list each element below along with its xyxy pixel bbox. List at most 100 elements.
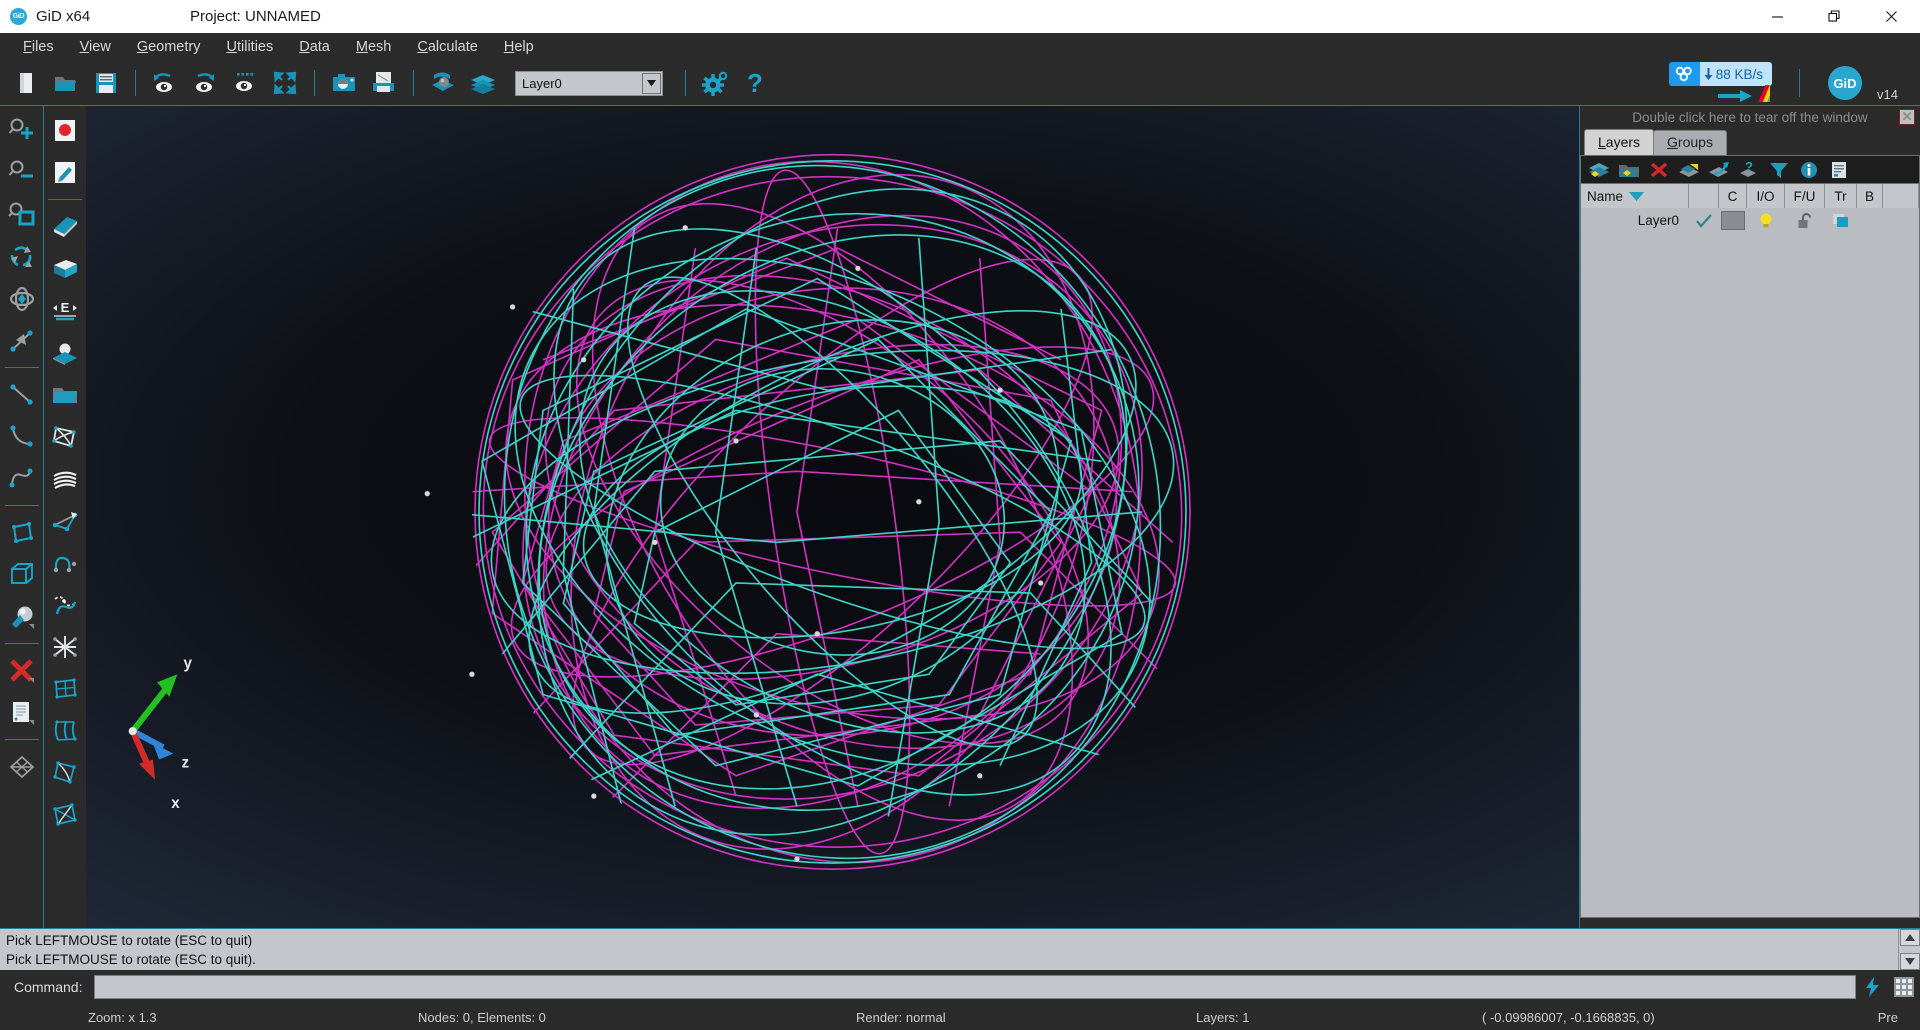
3d-viewport[interactable]: y z x bbox=[86, 105, 1580, 928]
list-entities-button[interactable] bbox=[2, 692, 42, 733]
restore-button[interactable] bbox=[1806, 0, 1863, 33]
scroll-down-button[interactable] bbox=[1899, 953, 1920, 970]
layer-freeze-toggle[interactable] bbox=[1785, 208, 1825, 233]
menu-item-mesh[interactable]: Mesh bbox=[343, 36, 404, 58]
zoom-fit-button[interactable] bbox=[268, 66, 302, 100]
send-to-layer-button[interactable] bbox=[1675, 157, 1702, 182]
create-object-button[interactable] bbox=[2, 596, 42, 637]
rotate-left-view-button[interactable] bbox=[148, 66, 182, 100]
menu-item-files[interactable]: Files bbox=[10, 36, 67, 58]
tear-off-bar[interactable]: Double click here to tear off the window… bbox=[1580, 106, 1920, 128]
menu-item-utilities[interactable]: Utilities bbox=[213, 36, 286, 58]
mesh-skew-button[interactable] bbox=[45, 794, 85, 835]
curve-dashed-button[interactable] bbox=[45, 584, 85, 625]
transform-move-button[interactable] bbox=[45, 500, 85, 541]
layer-report-button[interactable] bbox=[1825, 157, 1852, 182]
create-line-button[interactable] bbox=[2, 374, 42, 415]
keypad-button[interactable] bbox=[1888, 972, 1920, 1002]
unknown-layer-icon: ? bbox=[1739, 160, 1756, 177]
print-button[interactable] bbox=[367, 66, 401, 100]
layer-info-button[interactable] bbox=[1795, 157, 1822, 182]
minimize-button[interactable] bbox=[1749, 0, 1806, 33]
rotate-trackball-button[interactable] bbox=[2, 278, 42, 319]
console-scrollbar[interactable] bbox=[1898, 929, 1920, 970]
delete-layer-button[interactable] bbox=[1645, 157, 1672, 182]
dimension-button[interactable]: E bbox=[45, 290, 85, 331]
menu-item-calculate[interactable]: Calculate bbox=[404, 36, 490, 58]
record-button[interactable] bbox=[45, 110, 85, 151]
sphere-on-plane-button[interactable] bbox=[45, 332, 85, 373]
menu-item-help[interactable]: Help bbox=[491, 36, 547, 58]
redraw-button[interactable] bbox=[2, 236, 42, 277]
open-file-button[interactable] bbox=[49, 66, 83, 100]
save-file-button[interactable] bbox=[89, 66, 123, 100]
rotate-right-view-button[interactable] bbox=[188, 66, 222, 100]
mesh-view-button[interactable] bbox=[2, 746, 42, 787]
layer-active-check[interactable] bbox=[1689, 208, 1719, 233]
layers-stack-button[interactable] bbox=[466, 66, 500, 100]
quick-command-button[interactable] bbox=[1856, 972, 1888, 1002]
menu-item-geometry[interactable]: Geometry bbox=[124, 36, 214, 58]
menu-item-view[interactable]: View bbox=[67, 36, 124, 58]
new-layer-folder-button[interactable] bbox=[1615, 157, 1642, 182]
contour-surface-button[interactable] bbox=[45, 458, 85, 499]
layer-curve-button[interactable] bbox=[1705, 157, 1732, 182]
zoom-in-button[interactable] bbox=[2, 110, 42, 151]
new-file-button[interactable] bbox=[9, 66, 43, 100]
mesh-warp-button[interactable] bbox=[45, 752, 85, 793]
color-scale-button[interactable] bbox=[1716, 83, 1770, 105]
zoom-window-button[interactable] bbox=[2, 194, 42, 235]
mesh-quad-button[interactable] bbox=[45, 668, 85, 709]
intersect-star-button[interactable] bbox=[45, 626, 85, 667]
close-button[interactable] bbox=[1863, 0, 1920, 33]
render-mode-button[interactable] bbox=[426, 66, 460, 100]
column-header-b[interactable]: B bbox=[1857, 184, 1883, 208]
filter-layers-button[interactable] bbox=[1765, 157, 1792, 182]
mesh-strip-button[interactable] bbox=[45, 710, 85, 751]
column-header-name[interactable]: Name bbox=[1581, 184, 1689, 208]
layer-selector-arrow[interactable] bbox=[642, 72, 661, 94]
create-nurbs-curve-button[interactable] bbox=[2, 458, 42, 499]
layer-transparency-toggle[interactable] bbox=[1825, 208, 1857, 233]
preferences-button[interactable] bbox=[698, 66, 732, 100]
gid-brand-logo[interactable]: GiD bbox=[1828, 66, 1862, 100]
layer-b-toggle[interactable] bbox=[1857, 208, 1883, 233]
layers-table-body[interactable]: Layer0 bbox=[1580, 208, 1920, 918]
layer-name[interactable]: Layer0 bbox=[1581, 208, 1689, 233]
surface-sheet-button[interactable] bbox=[45, 206, 85, 247]
column-header-io[interactable]: I/O bbox=[1747, 184, 1785, 208]
snapshot-button[interactable] bbox=[327, 66, 361, 100]
scroll-up-button[interactable] bbox=[1899, 929, 1920, 946]
rotate-left-view-icon bbox=[154, 73, 172, 92]
column-header-color[interactable]: C bbox=[1719, 184, 1747, 208]
nurbs-patch-button[interactable] bbox=[45, 416, 85, 457]
left-toolbars: E bbox=[0, 105, 86, 928]
volume-box-button[interactable] bbox=[45, 248, 85, 289]
create-volume-button[interactable] bbox=[2, 554, 42, 595]
column-header-tr[interactable]: Tr bbox=[1825, 184, 1857, 208]
pan-move-button[interactable] bbox=[2, 320, 42, 361]
layer-visibility-toggle[interactable] bbox=[1747, 208, 1785, 233]
column-header-fu[interactable]: F/U bbox=[1785, 184, 1825, 208]
panel-close-button[interactable]: ✕ bbox=[1899, 109, 1915, 125]
create-line-icon bbox=[9, 383, 33, 405]
table-row[interactable]: Layer0 bbox=[1581, 208, 1919, 233]
new-layer-button[interactable] bbox=[1585, 157, 1612, 182]
column-header-check[interactable] bbox=[1689, 184, 1719, 208]
tab-groups[interactable]: Groups bbox=[1653, 130, 1727, 155]
command-input[interactable] bbox=[94, 975, 1856, 999]
layer-selector[interactable]: Layer0 bbox=[515, 70, 663, 96]
zoom-frame-button[interactable] bbox=[228, 66, 262, 100]
help-button[interactable]: ? bbox=[738, 66, 772, 100]
menu-item-data[interactable]: Data bbox=[286, 36, 343, 58]
layer-color-swatch[interactable] bbox=[1719, 208, 1747, 233]
edit-note-button[interactable] bbox=[45, 152, 85, 193]
create-arc-button[interactable] bbox=[2, 416, 42, 457]
curve-chain-button[interactable] bbox=[45, 542, 85, 583]
open-folder-blue-button[interactable] bbox=[45, 374, 85, 415]
delete-button[interactable] bbox=[2, 650, 42, 691]
create-surface-button[interactable] bbox=[2, 512, 42, 553]
zoom-out-button[interactable] bbox=[2, 152, 42, 193]
unknown-layer-button[interactable]: ? bbox=[1735, 157, 1762, 182]
tab-layers[interactable]: Layers bbox=[1584, 129, 1655, 155]
